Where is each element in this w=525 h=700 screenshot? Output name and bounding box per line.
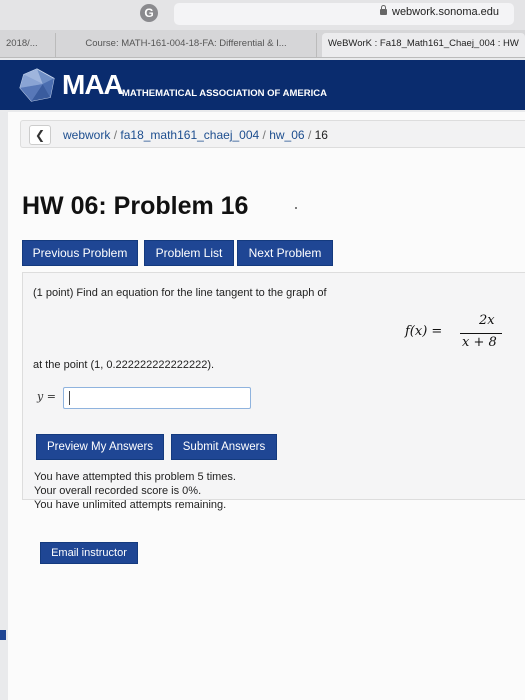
breadcrumb-separator: / [113,128,118,142]
email-instructor-button[interactable]: Email instructor [40,542,138,564]
score-text: Your overall recorded score is 0%. [34,485,202,497]
main-content: ❮ webwork / fa18_math161_chaej_004 / hw_… [8,112,525,700]
chevron-left-icon: ❮ [34,128,46,142]
org-name: MATHEMATICAL ASSOCIATION OF AMERICA [122,88,327,99]
breadcrumb-item-course[interactable]: fa18_math161_chaej_004 [120,128,259,142]
maa-logo-icon[interactable] [18,67,56,103]
decorative-dot [295,207,297,209]
back-button[interactable]: ❮ [29,125,51,145]
breadcrumb-item-problem: 16 [314,128,328,142]
fraction-bar [460,333,502,334]
submit-answers-button[interactable]: Submit Answers [171,434,277,460]
maa-logo-text[interactable]: MAA [62,69,124,101]
remaining-text: You have unlimited attempts remaining. [34,499,227,511]
breadcrumb-path: webwork / fa18_math161_chaej_004 / hw_06… [63,128,328,142]
breadcrumb: ❮ webwork / fa18_math161_chaej_004 / hw_… [20,120,525,148]
formula-lhs: f(x) = [405,324,443,339]
site-header: MAA MATHEMATICAL ASSOCIATION OF AMERICA [0,60,525,110]
breadcrumb-item-set[interactable]: hw_06 [269,128,304,142]
url-text[interactable]: webwork.sonoma.edu [392,6,499,18]
side-edge-tab[interactable] [0,630,6,640]
browser-tab-active[interactable]: WeBWorK : Fa18_Math161_Chaej_004 : HW [322,33,525,57]
preview-answers-button[interactable]: Preview My Answers [36,434,164,460]
previous-problem-button[interactable]: Previous Problem [22,240,138,266]
breadcrumb-item-webwork[interactable]: webwork [63,128,110,142]
formula-numerator: 2x [479,313,495,328]
google-icon[interactable]: G [140,4,158,22]
text-caret [69,391,70,405]
attempt-status: You have attempted this problem 5 times.… [34,470,236,512]
problem-body: (1 point) Find an equation for the line … [22,272,525,500]
page-title: HW 06: Problem 16 [22,192,249,220]
browser-tab-1[interactable]: 2018/... [0,33,55,57]
next-problem-button[interactable]: Next Problem [237,240,333,266]
answer-label: y = [37,390,56,403]
attempts-text: You have attempted this problem 5 times. [34,471,236,483]
browser-tab-bar: 2018/... Course: MATH-161-004-18-FA: Dif… [0,30,525,58]
point-text: at the point (1, 0.222222222222222). [33,359,215,371]
breadcrumb-separator: / [262,128,266,142]
browser-address-bar: G webwork.sonoma.edu [0,0,525,30]
breadcrumb-separator: / [307,128,312,142]
formula-denominator: x + 8 [462,335,497,350]
function-formula: f(x) = 2x x + 8 [405,313,515,353]
browser-tab-2[interactable]: Course: MATH-161-004-18-FA: Differential… [55,33,317,57]
problem-statement: (1 point) Find an equation for the line … [33,287,327,299]
answer-input[interactable] [63,387,251,409]
lock-icon [380,5,387,15]
problem-list-button[interactable]: Problem List [144,240,234,266]
